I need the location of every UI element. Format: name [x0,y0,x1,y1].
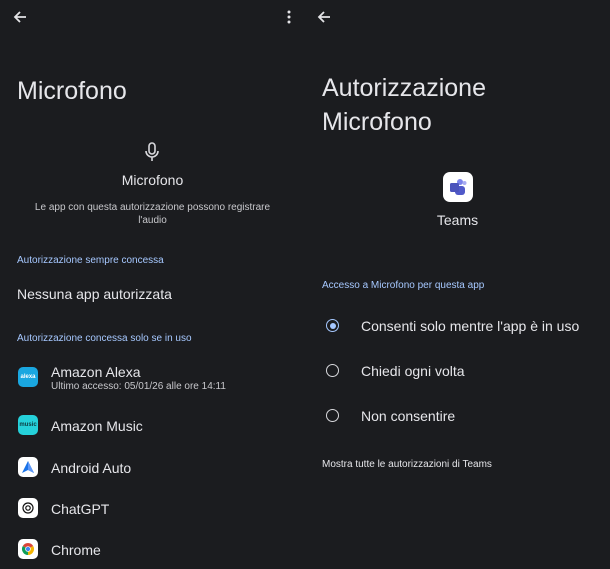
last-access-text: Ultimo accesso: 05/01/26 alle ore 14:11 [51,381,226,392]
option-label: Non consentire [361,408,456,424]
alexa-icon: alexa [18,367,38,387]
app-row-chatgpt[interactable]: ChatGPT [0,489,305,529]
option-deny[interactable]: Non consentire [305,396,610,436]
back-arrow-icon[interactable] [312,7,336,27]
permission-description: Le app con questa autorizzazione possono… [0,201,305,227]
app-row-amazon-alexa[interactable]: alexa Amazon Alexa Ultimo accesso: 05/01… [0,360,305,400]
chrome-icon [18,539,38,559]
app-name: Teams [436,212,479,228]
app-row-amazon-music[interactable]: music Amazon Music [0,406,305,446]
chatgpt-icon [18,498,38,518]
page-title-line: Autorizzazione [322,74,486,102]
app-row-chrome[interactable]: Chrome [0,530,305,569]
radio-selected[interactable] [326,319,339,332]
section-always-allowed: Autorizzazione sempre concessa [17,255,164,266]
teams-icon [443,172,473,202]
app-row-android-auto[interactable]: Android Auto [0,448,305,488]
section-in-use: Autorizzazione concessa solo se in uso [17,333,192,344]
app-name: Chrome [51,542,101,558]
app-name: Amazon Alexa [51,364,141,380]
amazon-music-icon: music [18,415,38,435]
microphone-icon [144,142,160,167]
microphone-permission-screen: Microfono Microfono Le app con questa au… [0,0,305,569]
app-name: Android Auto [51,460,132,476]
description-line: l'audio [138,215,167,226]
option-ask-every-time[interactable]: Chiedi ogni volta [305,351,610,391]
option-allow-while-in-use[interactable]: Consenti solo mentre l'app è in uso [305,306,610,346]
option-label: Consenti solo mentre l'app è in uso [361,318,580,334]
app-name: Amazon Music [51,418,143,434]
no-apps-text: Nessuna app autorizzata [17,286,172,302]
back-arrow-icon[interactable] [8,7,32,27]
show-all-permissions-link[interactable]: Mostra tutte le autorizzazioni di Teams [322,459,492,470]
option-label: Chiedi ogni volta [361,363,465,379]
more-options-icon[interactable] [281,7,297,27]
permission-name: Microfono [121,172,184,188]
page-title: Autorizzazione Microfono [322,71,486,139]
radio-unselected[interactable] [326,364,339,377]
radio-unselected[interactable] [326,409,339,422]
description-line: Le app con questa autorizzazione possono… [34,202,271,213]
section-access: Accesso a Microfono per questa app [322,280,485,291]
android-auto-icon [18,457,38,477]
page-title-line: Microfono [322,108,432,136]
page-title: Microfono [17,77,127,105]
teams-microphone-permission-screen: Autorizzazione Microfono Teams Accesso a… [305,0,610,569]
app-name: ChatGPT [51,501,110,517]
